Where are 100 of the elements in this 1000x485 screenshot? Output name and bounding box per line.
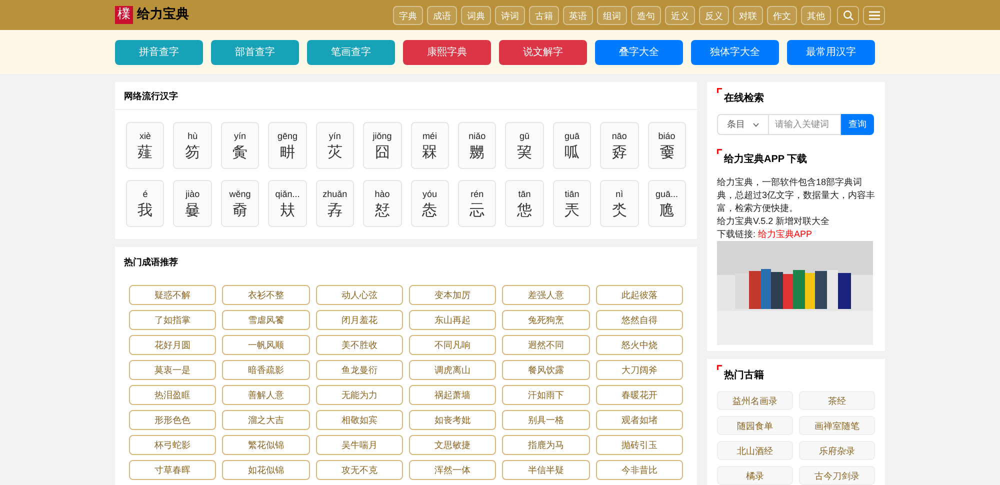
search-button[interactable] bbox=[837, 6, 859, 24]
classic-link[interactable]: 益州名画录 bbox=[717, 391, 793, 410]
idiom-link[interactable]: 一帆风顺 bbox=[222, 335, 310, 355]
idiom-link[interactable]: 攻无不克 bbox=[316, 460, 403, 480]
char-card[interactable]: qiǎn... 㚘 bbox=[268, 180, 307, 227]
idiom-link[interactable]: 杯弓蛇影 bbox=[129, 435, 216, 455]
idiom-link[interactable]: 怒火中烧 bbox=[596, 335, 683, 355]
idiom-link[interactable]: 无能为力 bbox=[316, 385, 403, 405]
char-card[interactable]: nāo 孬 bbox=[600, 122, 639, 169]
classic-link[interactable]: 北山酒经 bbox=[717, 441, 793, 460]
quick-link-button[interactable]: 独体字大全 bbox=[691, 40, 779, 64]
char-card[interactable]: é 我 bbox=[126, 180, 164, 227]
idiom-link[interactable]: 吴牛喘月 bbox=[316, 435, 403, 455]
quick-link-button[interactable]: 康熙字典 bbox=[403, 40, 491, 64]
idiom-link[interactable]: 汗如雨下 bbox=[502, 385, 590, 405]
classic-link[interactable]: 随园食单 bbox=[717, 416, 793, 435]
menu-button[interactable] bbox=[863, 6, 885, 24]
char-card[interactable]: tiān 兲 bbox=[552, 180, 592, 227]
char-card[interactable]: niǎo 嬲 bbox=[458, 122, 496, 169]
idiom-link[interactable]: 了如指掌 bbox=[129, 310, 216, 330]
classic-link[interactable]: 画禅室随笔 bbox=[799, 416, 875, 435]
char-card[interactable]: hào 恏 bbox=[363, 180, 402, 227]
idiom-link[interactable]: 如花似锦 bbox=[222, 460, 310, 480]
idiom-link[interactable]: 动人心弦 bbox=[316, 285, 403, 305]
char-card[interactable]: jiào 嘦 bbox=[173, 180, 212, 227]
char-card[interactable]: zhuǎn 孨 bbox=[316, 180, 354, 227]
char-text: 夤 bbox=[232, 142, 248, 162]
char-card[interactable]: tān 怹 bbox=[505, 180, 544, 227]
idiom-link[interactable]: 观者如堵 bbox=[596, 410, 683, 430]
idiom-link[interactable]: 兔死狗烹 bbox=[502, 310, 590, 330]
quick-link-button[interactable]: 拼音查字 bbox=[115, 40, 203, 64]
category-select[interactable]: 条目 bbox=[717, 114, 769, 135]
idiom-link[interactable]: 相敬如宾 bbox=[316, 410, 403, 430]
idiom-link[interactable]: 不同凡响 bbox=[409, 335, 496, 355]
search-field[interactable]: 请输入关键词 bbox=[769, 114, 841, 135]
search-submit-button[interactable]: 查询 bbox=[841, 114, 874, 135]
idiom-link[interactable]: 鱼龙曼衍 bbox=[316, 360, 403, 380]
idiom-link[interactable]: 祸起萧墙 bbox=[409, 385, 496, 405]
idiom-link[interactable]: 闭月羞花 bbox=[316, 310, 403, 330]
idiom-link[interactable]: 今非昔比 bbox=[596, 460, 683, 480]
idiom-link[interactable]: 繁花似锦 bbox=[222, 435, 310, 455]
idiom-link[interactable]: 调虎离山 bbox=[409, 360, 496, 380]
idiom-link[interactable]: 春暖花开 bbox=[596, 385, 683, 405]
app-description: 给力宝典，一部软件包含18部字典词典，总超过3亿文字，数据量大，内容丰富，检索方便快捷。 bbox=[717, 176, 875, 215]
idiom-link[interactable]: 悠然自得 bbox=[596, 310, 683, 330]
idiom-link[interactable]: 文思敏捷 bbox=[409, 435, 496, 455]
idiom-link[interactable]: 抛砖引玉 bbox=[596, 435, 683, 455]
idiom-link[interactable]: 寸草春晖 bbox=[129, 460, 216, 480]
idiom-link[interactable]: 形形色色 bbox=[129, 410, 216, 430]
idiom-link[interactable]: 此起彼落 bbox=[596, 285, 683, 305]
idiom-link[interactable]: 花好月圆 bbox=[129, 335, 216, 355]
download-link[interactable]: 给力宝典APP bbox=[758, 229, 812, 239]
char-card[interactable]: xiè 薤 bbox=[126, 122, 164, 169]
idiom-link[interactable]: 半信半疑 bbox=[502, 460, 590, 480]
pinyin-text: tān bbox=[518, 188, 531, 200]
idiom-link[interactable]: 指鹿为马 bbox=[502, 435, 590, 455]
idiom-link[interactable]: 差强人意 bbox=[502, 285, 590, 305]
pinyin-text: rén bbox=[470, 188, 484, 200]
char-card[interactable]: guā... 卼 bbox=[648, 180, 686, 227]
idiom-link[interactable]: 大刀阔斧 bbox=[596, 360, 683, 380]
char-card[interactable]: yóu 怣 bbox=[410, 180, 449, 227]
idiom-link[interactable]: 衣衫不整 bbox=[222, 285, 310, 305]
quick-link-button[interactable]: 笔画查字 bbox=[307, 40, 395, 64]
classic-link[interactable]: 乐府杂录 bbox=[799, 441, 875, 460]
char-card[interactable]: biáo 嫑 bbox=[648, 122, 686, 169]
idiom-link[interactable]: 暗香疏影 bbox=[222, 360, 310, 380]
idiom-link[interactable]: 雪虐风饕 bbox=[222, 310, 310, 330]
idiom-link[interactable]: 莫衷一是 bbox=[129, 360, 216, 380]
classic-link[interactable]: 古今刀剑录 bbox=[799, 466, 875, 485]
logo-icon[interactable]: 檏 bbox=[115, 6, 133, 24]
classic-link[interactable]: 橘录 bbox=[717, 466, 793, 485]
quick-link-button[interactable]: 部首查字 bbox=[211, 40, 299, 64]
char-card[interactable]: hù 笏 bbox=[173, 122, 212, 169]
idiom-link[interactable]: 变本加厉 bbox=[409, 285, 496, 305]
char-card[interactable]: wěng 奣 bbox=[220, 180, 260, 227]
idiom-link[interactable]: 善解人意 bbox=[222, 385, 310, 405]
idiom-link[interactable]: 浑然一体 bbox=[409, 460, 496, 480]
idiom-link[interactable]: 迥然不同 bbox=[502, 335, 590, 355]
char-card[interactable]: gēng 畊 bbox=[268, 122, 307, 169]
idiom-link[interactable]: 别具一格 bbox=[502, 410, 590, 430]
quick-link-button[interactable]: 说文解字 bbox=[499, 40, 587, 64]
char-card[interactable]: yín 夤 bbox=[220, 122, 260, 169]
char-card[interactable]: yín 苂 bbox=[316, 122, 354, 169]
quick-link-button[interactable]: 最常用汉字 bbox=[787, 40, 875, 64]
char-card[interactable]: nì 氼 bbox=[600, 180, 639, 227]
site-logo[interactable]: 给力宝典 bbox=[137, 5, 189, 25]
idiom-link[interactable]: 疑惑不解 bbox=[129, 285, 216, 305]
idiom-link[interactable]: 热泪盈眶 bbox=[129, 385, 216, 405]
idiom-link[interactable]: 如丧考妣 bbox=[409, 410, 496, 430]
classic-link[interactable]: 茶经 bbox=[799, 391, 875, 410]
char-card[interactable]: rén 忈 bbox=[458, 180, 496, 227]
idiom-link[interactable]: 东山再起 bbox=[409, 310, 496, 330]
quick-link-button[interactable]: 叠字大全 bbox=[595, 40, 683, 64]
idiom-link[interactable]: 餐风饮露 bbox=[502, 360, 590, 380]
char-card[interactable]: gū 巭 bbox=[505, 122, 544, 169]
char-card[interactable]: jiǒng 囧 bbox=[363, 122, 402, 169]
char-card[interactable]: guā 呱 bbox=[552, 122, 592, 169]
idiom-link[interactable]: 溜之大吉 bbox=[222, 410, 310, 430]
idiom-link[interactable]: 美不胜收 bbox=[316, 335, 403, 355]
char-card[interactable]: méi 槑 bbox=[410, 122, 449, 169]
